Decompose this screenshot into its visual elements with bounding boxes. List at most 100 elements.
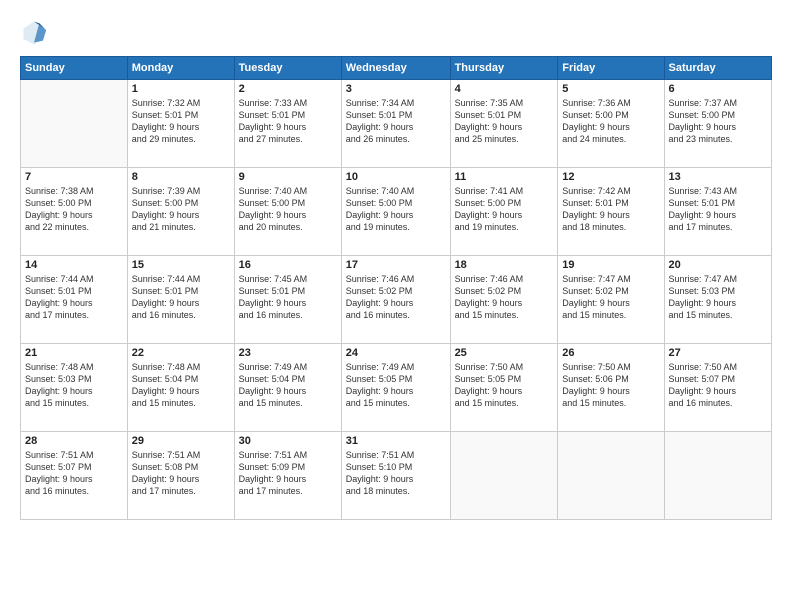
day-info: Sunrise: 7:50 AMSunset: 5:06 PMDaylight:…	[562, 361, 659, 410]
day-info: Sunrise: 7:34 AMSunset: 5:01 PMDaylight:…	[346, 97, 446, 146]
day-number: 5	[562, 83, 659, 95]
day-info: Sunrise: 7:44 AMSunset: 5:01 PMDaylight:…	[132, 273, 230, 322]
calendar-table: SundayMondayTuesdayWednesdayThursdayFrid…	[20, 56, 772, 520]
day-number: 14	[25, 259, 123, 271]
day-number: 29	[132, 435, 230, 447]
logo	[20, 18, 52, 46]
calendar-cell	[558, 432, 664, 520]
calendar-header: SundayMondayTuesdayWednesdayThursdayFrid…	[21, 57, 772, 80]
calendar-cell: 5 Sunrise: 7:36 AMSunset: 5:00 PMDaylight…	[558, 80, 664, 168]
week-row-4: 21Sunrise: 7:48 AMSunset: 5:03 PMDayligh…	[21, 344, 772, 432]
day-number: 1	[132, 83, 230, 95]
header-friday: Friday	[558, 57, 664, 80]
day-info: Sunrise: 7:47 AMSunset: 5:02 PMDaylight:…	[562, 273, 659, 322]
day-info: Sunrise: 7:51 AMSunset: 5:10 PMDaylight:…	[346, 449, 446, 498]
day-info: Sunrise: 7:41 AMSunset: 5:00 PMDaylight:…	[455, 185, 554, 234]
calendar-cell	[450, 432, 558, 520]
day-number: 3	[346, 83, 446, 95]
header-thursday: Thursday	[450, 57, 558, 80]
day-number: 28	[25, 435, 123, 447]
day-info: Sunrise: 7:51 AMSunset: 5:09 PMDaylight:…	[239, 449, 337, 498]
calendar-cell: 20Sunrise: 7:47 AMSunset: 5:03 PMDayligh…	[664, 256, 771, 344]
day-info: Sunrise: 7:46 AMSunset: 5:02 PMDaylight:…	[346, 273, 446, 322]
day-number: 9	[239, 171, 337, 183]
calendar-cell: 15Sunrise: 7:44 AMSunset: 5:01 PMDayligh…	[127, 256, 234, 344]
calendar-cell: 28 Sunrise: 7:51 AMSunset: 5:07 PMDayligh…	[21, 432, 128, 520]
calendar-cell: 21Sunrise: 7:48 AMSunset: 5:03 PMDayligh…	[21, 344, 128, 432]
calendar-cell: 11 Sunrise: 7:41 AMSunset: 5:00 PMDayligh…	[450, 168, 558, 256]
day-number: 31	[346, 435, 446, 447]
day-info: Sunrise: 7:48 AMSunset: 5:04 PMDaylight:…	[132, 361, 230, 410]
day-info: Sunrise: 7:37 AMSunset: 5:00 PMDaylight:…	[669, 97, 767, 146]
day-info: Sunrise: 7:35 AMSunset: 5:01 PMDaylight:…	[455, 97, 554, 146]
header-tuesday: Tuesday	[234, 57, 341, 80]
calendar-cell: 8 Sunrise: 7:39 AMSunset: 5:00 PMDaylight…	[127, 168, 234, 256]
logo-icon	[20, 18, 48, 46]
day-number: 12	[562, 171, 659, 183]
day-number: 18	[455, 259, 554, 271]
day-info: Sunrise: 7:40 AMSunset: 5:00 PMDaylight:…	[239, 185, 337, 234]
calendar-body: 1 Sunrise: 7:32 AMSunset: 5:01 PMDaylight…	[21, 80, 772, 520]
calendar-cell: 16 Sunrise: 7:45 AMSunset: 5:01 PMDayligh…	[234, 256, 341, 344]
calendar-cell: 24Sunrise: 7:49 AMSunset: 5:05 PMDayligh…	[341, 344, 450, 432]
calendar-cell: 1 Sunrise: 7:32 AMSunset: 5:01 PMDaylight…	[127, 80, 234, 168]
calendar-cell	[21, 80, 128, 168]
calendar-cell: 23Sunrise: 7:49 AMSunset: 5:04 PMDayligh…	[234, 344, 341, 432]
header-row: SundayMondayTuesdayWednesdayThursdayFrid…	[21, 57, 772, 80]
calendar-cell: 27Sunrise: 7:50 AMSunset: 5:07 PMDayligh…	[664, 344, 771, 432]
day-info: Sunrise: 7:49 AMSunset: 5:04 PMDaylight:…	[239, 361, 337, 410]
day-number: 11	[455, 171, 554, 183]
day-number: 8	[132, 171, 230, 183]
calendar-cell: 26 Sunrise: 7:50 AMSunset: 5:06 PMDayligh…	[558, 344, 664, 432]
day-number: 25	[455, 347, 554, 359]
day-number: 26	[562, 347, 659, 359]
day-number: 16	[239, 259, 337, 271]
week-row-3: 14 Sunrise: 7:44 AMSunset: 5:01 PMDayligh…	[21, 256, 772, 344]
calendar-cell: 4 Sunrise: 7:35 AMSunset: 5:01 PMDaylight…	[450, 80, 558, 168]
calendar-cell: 22 Sunrise: 7:48 AMSunset: 5:04 PMDayligh…	[127, 344, 234, 432]
day-info: Sunrise: 7:36 AMSunset: 5:00 PMDaylight:…	[562, 97, 659, 146]
calendar-cell	[664, 432, 771, 520]
day-number: 19	[562, 259, 659, 271]
day-number: 13	[669, 171, 767, 183]
header-saturday: Saturday	[664, 57, 771, 80]
day-info: Sunrise: 7:45 AMSunset: 5:01 PMDaylight:…	[239, 273, 337, 322]
day-info: Sunrise: 7:43 AMSunset: 5:01 PMDaylight:…	[669, 185, 767, 234]
calendar-cell: 25Sunrise: 7:50 AMSunset: 5:05 PMDayligh…	[450, 344, 558, 432]
day-info: Sunrise: 7:46 AMSunset: 5:02 PMDaylight:…	[455, 273, 554, 322]
day-number: 7	[25, 171, 123, 183]
week-row-1: 1 Sunrise: 7:32 AMSunset: 5:01 PMDaylight…	[21, 80, 772, 168]
day-info: Sunrise: 7:38 AMSunset: 5:00 PMDaylight:…	[25, 185, 123, 234]
day-number: 21	[25, 347, 123, 359]
day-number: 2	[239, 83, 337, 95]
calendar-cell: 2 Sunrise: 7:33 AMSunset: 5:01 PMDaylight…	[234, 80, 341, 168]
day-info: Sunrise: 7:51 AMSunset: 5:07 PMDaylight:…	[25, 449, 123, 498]
calendar-cell: 19 Sunrise: 7:47 AMSunset: 5:02 PMDayligh…	[558, 256, 664, 344]
day-number: 22	[132, 347, 230, 359]
day-number: 30	[239, 435, 337, 447]
day-info: Sunrise: 7:50 AMSunset: 5:07 PMDaylight:…	[669, 361, 767, 410]
calendar-cell: 18 Sunrise: 7:46 AMSunset: 5:02 PMDayligh…	[450, 256, 558, 344]
calendar-cell: 13 Sunrise: 7:43 AMSunset: 5:01 PMDayligh…	[664, 168, 771, 256]
day-info: Sunrise: 7:44 AMSunset: 5:01 PMDaylight:…	[25, 273, 123, 322]
day-info: Sunrise: 7:40 AMSunset: 5:00 PMDaylight:…	[346, 185, 446, 234]
day-number: 6	[669, 83, 767, 95]
day-number: 20	[669, 259, 767, 271]
day-info: Sunrise: 7:33 AMSunset: 5:01 PMDaylight:…	[239, 97, 337, 146]
header-sunday: Sunday	[21, 57, 128, 80]
day-info: Sunrise: 7:51 AMSunset: 5:08 PMDaylight:…	[132, 449, 230, 498]
calendar-cell: 6 Sunrise: 7:37 AMSunset: 5:00 PMDaylight…	[664, 80, 771, 168]
day-info: Sunrise: 7:39 AMSunset: 5:00 PMDaylight:…	[132, 185, 230, 234]
week-row-5: 28 Sunrise: 7:51 AMSunset: 5:07 PMDayligh…	[21, 432, 772, 520]
day-number: 4	[455, 83, 554, 95]
header	[20, 18, 772, 46]
calendar-cell: 7 Sunrise: 7:38 AMSunset: 5:00 PMDaylight…	[21, 168, 128, 256]
calendar-cell: 9 Sunrise: 7:40 AMSunset: 5:00 PMDaylight…	[234, 168, 341, 256]
day-number: 10	[346, 171, 446, 183]
calendar-cell: 17Sunrise: 7:46 AMSunset: 5:02 PMDayligh…	[341, 256, 450, 344]
calendar-cell: 14 Sunrise: 7:44 AMSunset: 5:01 PMDayligh…	[21, 256, 128, 344]
header-monday: Monday	[127, 57, 234, 80]
day-info: Sunrise: 7:32 AMSunset: 5:01 PMDaylight:…	[132, 97, 230, 146]
calendar-cell: 31 Sunrise: 7:51 AMSunset: 5:10 PMDayligh…	[341, 432, 450, 520]
day-info: Sunrise: 7:49 AMSunset: 5:05 PMDaylight:…	[346, 361, 446, 410]
